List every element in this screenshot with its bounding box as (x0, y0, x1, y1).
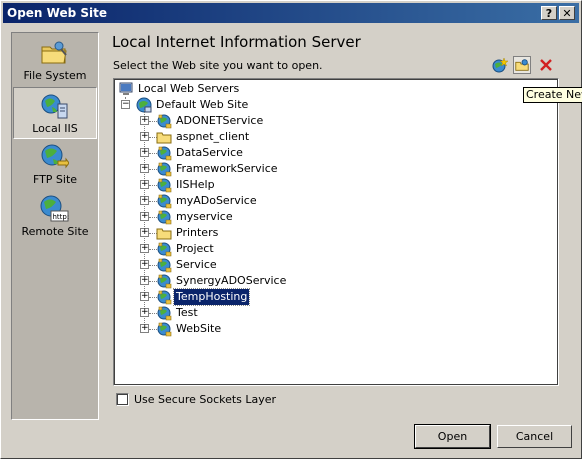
tree-node-label: IISHelp (176, 178, 215, 191)
tree-node[interactable]: + myADoService (140, 193, 440, 209)
expand-toggle[interactable]: + (140, 308, 149, 317)
local-iis-icon (41, 94, 68, 119)
expand-toggle[interactable]: + (140, 180, 149, 189)
place-label: Local IIS (32, 122, 78, 135)
tree-node[interactable]: + FrameworkService (140, 161, 440, 177)
places-bar: File System Local IIS FTP Site http: Rem… (11, 32, 99, 420)
expand-toggle[interactable]: + (140, 260, 149, 269)
web-application-icon (157, 322, 172, 337)
tree-node-label: aspnet_client (176, 130, 250, 143)
window-title: Open Web Site (7, 6, 107, 20)
create-new-virtual-directory-icon[interactable] (513, 56, 531, 74)
web-application-icon (157, 258, 172, 273)
local-web-servers-icon (119, 82, 133, 95)
place-label: File System (23, 69, 87, 82)
tree-node-label: Test (176, 306, 198, 319)
tree-node-label: Default Web Site (156, 98, 249, 111)
tree-node[interactable]: + aspnet_client (140, 129, 440, 145)
tree-node-label: Printers (176, 226, 219, 239)
expand-toggle[interactable]: + (140, 292, 149, 301)
tree-node-label: FrameworkService (176, 162, 278, 175)
web-site-tree[interactable]: Local Web Servers − Default Web Site + AD… (113, 78, 559, 386)
tree-node-label: Service (176, 258, 217, 271)
web-application-icon (157, 274, 172, 289)
page-title: Local Internet Information Server (112, 33, 361, 51)
web-application-icon (157, 242, 172, 257)
tree-node-label: Local Web Servers (138, 82, 240, 95)
expand-toggle[interactable]: + (140, 244, 149, 253)
tree-node[interactable]: + Printers (140, 225, 440, 241)
open-web-site-dialog: Open Web Site ? ✕ File System Local IIS … (0, 0, 582, 459)
folder-icon (156, 228, 172, 240)
tree-node[interactable]: + Test (140, 305, 440, 321)
tree-node-label: SynergyADOService (176, 274, 287, 287)
expand-toggle[interactable]: + (140, 212, 149, 221)
web-application-icon (157, 290, 172, 305)
tree-node[interactable]: + Service (140, 257, 440, 273)
tree-node-label: TempHosting (172, 288, 251, 306)
title-bar[interactable]: Open Web Site ? ✕ (3, 3, 579, 23)
tree-node[interactable]: + Project (140, 241, 440, 257)
ssl-checkbox[interactable] (116, 393, 129, 406)
tree-node[interactable]: + IISHelp (140, 177, 440, 193)
web-application-icon (157, 306, 172, 321)
tree-node-root[interactable]: Local Web Servers (118, 81, 318, 97)
cancel-button[interactable]: Cancel (497, 425, 572, 448)
place-ftp-site[interactable]: FTP Site (13, 139, 97, 191)
tree-node-label: myADoService (176, 194, 257, 207)
expand-toggle[interactable]: + (140, 276, 149, 285)
http-globe-icon: http: (40, 195, 70, 222)
expand-toggle[interactable]: + (140, 228, 149, 237)
place-file-system[interactable]: File System (13, 35, 97, 87)
tree-node[interactable]: + SynergyADOService (140, 273, 440, 289)
tree-node-label: ADONETService (176, 114, 264, 127)
folder-icon (41, 41, 67, 64)
expand-toggle[interactable]: + (140, 324, 149, 333)
instruction-text: Select the Web site you want to open. (113, 59, 323, 72)
tree-node-label: DataService (176, 146, 243, 159)
tree-node[interactable]: + ADONETService (140, 113, 440, 129)
create-new-web-application-icon[interactable] (491, 56, 509, 74)
expand-toggle[interactable]: + (140, 116, 149, 125)
tree-node[interactable]: + WebSite (140, 321, 440, 337)
folder-icon (156, 132, 172, 144)
web-application-icon (157, 146, 172, 161)
expand-toggle[interactable]: + (140, 132, 149, 141)
web-application-icon (157, 178, 172, 193)
web-application-icon (157, 162, 172, 177)
tooltip: Create New (523, 87, 582, 103)
tree-node-label: myservice (176, 210, 233, 223)
web-application-icon (157, 194, 172, 209)
tree-node-label: Project (176, 242, 214, 255)
open-button[interactable]: Open (414, 424, 491, 449)
ssl-checkbox-label[interactable]: Use Secure Sockets Layer (134, 393, 276, 406)
tree-node-label: WebSite (176, 322, 222, 335)
help-button[interactable]: ? (541, 6, 557, 20)
place-label: FTP Site (32, 173, 78, 186)
expand-toggle[interactable]: + (140, 164, 149, 173)
place-label: Remote Site (21, 225, 89, 238)
tree-node[interactable]: + myservice (140, 209, 440, 225)
expand-toggle[interactable]: + (140, 148, 149, 157)
svg-text:http:: http: (53, 213, 70, 221)
tree-node-default-web-site[interactable]: − Default Web Site (120, 97, 340, 113)
delete-icon[interactable] (537, 56, 555, 74)
place-remote-site[interactable]: http: Remote Site (13, 191, 97, 243)
close-button[interactable]: ✕ (559, 6, 575, 20)
ftp-globe-icon (41, 144, 69, 169)
tree-node[interactable]: + DataService (140, 145, 440, 161)
place-local-iis[interactable]: Local IIS (13, 87, 97, 139)
tree-node[interactable]: + TempHosting (140, 288, 440, 306)
web-application-icon (157, 114, 172, 129)
expand-toggle[interactable]: + (140, 196, 149, 205)
collapse-toggle[interactable]: − (121, 100, 130, 109)
web-application-icon (157, 210, 172, 225)
